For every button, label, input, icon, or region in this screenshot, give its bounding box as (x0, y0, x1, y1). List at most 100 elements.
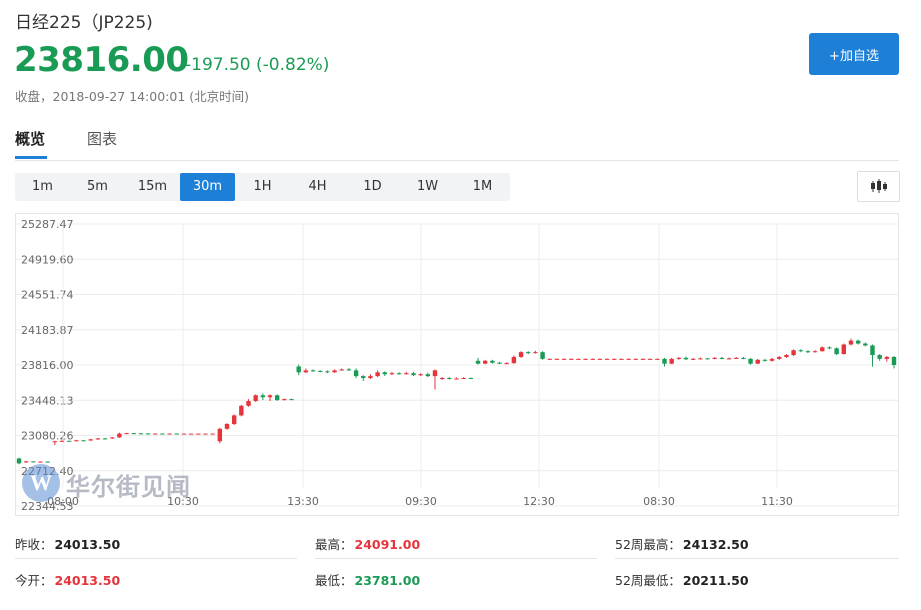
period-1d[interactable]: 1D (345, 173, 400, 201)
chart-type-button[interactable] (857, 171, 900, 202)
candle-body (827, 347, 832, 349)
add-to-watchlist-button[interactable]: +加自选 (809, 33, 899, 75)
candle-body (231, 415, 237, 425)
candle-body (74, 440, 79, 442)
period-5m[interactable]: 5m (70, 173, 125, 201)
period-4h[interactable]: 4H (290, 173, 345, 201)
candle-body (346, 369, 352, 371)
instrument-title: 日经225（JP225) (15, 13, 153, 33)
candle-body (540, 352, 545, 359)
stat-low: 最低： 23781.00 (315, 570, 420, 589)
x-tick-label: 13:30 (287, 495, 319, 508)
candle-body (741, 357, 746, 359)
stat-52wk-high: 52周最高： 24132.50 (615, 534, 749, 553)
candle-body (891, 356, 897, 365)
period-30m[interactable]: 30m (180, 173, 235, 201)
tab-chart[interactable]: 图表 (87, 128, 117, 149)
status-label: 收盘， (15, 89, 53, 104)
candle-body (389, 373, 395, 375)
candle-body (554, 358, 560, 360)
candle-body (576, 358, 581, 360)
period-1w[interactable]: 1W (400, 173, 455, 201)
candle-body (662, 358, 667, 364)
candle-body (690, 358, 696, 360)
candle-body (160, 433, 165, 435)
candle-body (461, 378, 466, 380)
tab-overview[interactable]: 概览 (15, 128, 45, 149)
stat-high-value: 24091.00 (354, 537, 421, 552)
stat-high: 最高： 24091.00 (315, 534, 420, 553)
y-tick-label: 25287.47 (21, 218, 74, 231)
x-tick-label: 11:30 (761, 495, 793, 508)
candle-body (640, 358, 646, 360)
candle-body (504, 363, 509, 365)
period-15m[interactable]: 15m (125, 173, 180, 201)
period-selector: 1m 5m 15m 30m 1H 4H 1D 1W 1M (15, 173, 510, 201)
market-status: 收盘，2018-09-27 14:00:01 (北京时间) (15, 86, 249, 105)
x-tick-label: 08:30 (643, 495, 675, 508)
candle-body (683, 357, 689, 360)
candle-body (310, 370, 316, 372)
candle-body (475, 360, 481, 364)
candle-body (705, 358, 710, 360)
candle-body (561, 358, 567, 360)
candle-body (145, 433, 151, 435)
candle-body (411, 373, 416, 376)
candle-body (734, 357, 739, 359)
candle-body (755, 359, 760, 364)
stat-low-value: 23781.00 (354, 573, 421, 588)
watermark-text: 华尔街见闻 (66, 473, 191, 501)
candle-body (841, 344, 846, 355)
candle-body (404, 373, 409, 375)
candle-body (224, 424, 230, 429)
candle-body (325, 371, 330, 373)
stat-52wk-low-label: 52周最低： (615, 573, 681, 588)
period-1m[interactable]: 1m (15, 173, 70, 201)
candle-body (870, 345, 875, 356)
view-tabs: 概览 图表 (15, 120, 899, 161)
candle-body (863, 343, 868, 346)
candle-body (454, 378, 459, 380)
candle-body (647, 358, 653, 360)
candle-body (282, 399, 287, 401)
candle-body (698, 358, 703, 360)
candle-body (95, 438, 101, 440)
candle-body (196, 433, 201, 435)
candlestick-icon (871, 179, 887, 193)
candle-body (569, 358, 574, 360)
candle-body (418, 374, 423, 376)
candle-body (482, 360, 488, 364)
candle-body (784, 355, 789, 357)
y-tick-label: 23080.26 (21, 430, 74, 443)
candle-body (153, 433, 158, 435)
status-timezone: (北京时间) (189, 89, 250, 104)
price-change: -197.50 (-0.82%) (185, 55, 330, 75)
candle-body (590, 358, 595, 360)
stat-divider (15, 558, 297, 559)
candle-body (547, 358, 552, 360)
x-tick-label: 12:30 (523, 495, 555, 508)
candle-body (318, 370, 323, 372)
watermark: W 华尔街见闻 (22, 463, 212, 505)
stat-52wk-high-label: 52周最高： (615, 537, 681, 552)
period-1mo[interactable]: 1M (455, 173, 510, 201)
candle-body (612, 358, 617, 360)
candle-body (712, 357, 717, 359)
candle-body (812, 351, 818, 353)
candle-body (131, 433, 136, 435)
candle-body (59, 440, 65, 442)
candle-body (167, 433, 172, 435)
candle-body (855, 340, 861, 344)
candle-body (396, 373, 402, 375)
candle-body (188, 433, 194, 435)
candle-body (375, 372, 380, 377)
period-1h[interactable]: 1H (235, 173, 290, 201)
candle-body (67, 440, 72, 442)
x-tick-label: 09:30 (405, 495, 437, 508)
candle-body (769, 358, 775, 361)
candle-body (518, 352, 524, 357)
candle-body (468, 378, 474, 380)
candle-body (332, 370, 337, 373)
candle-body (117, 433, 122, 438)
candle-body (834, 348, 839, 355)
